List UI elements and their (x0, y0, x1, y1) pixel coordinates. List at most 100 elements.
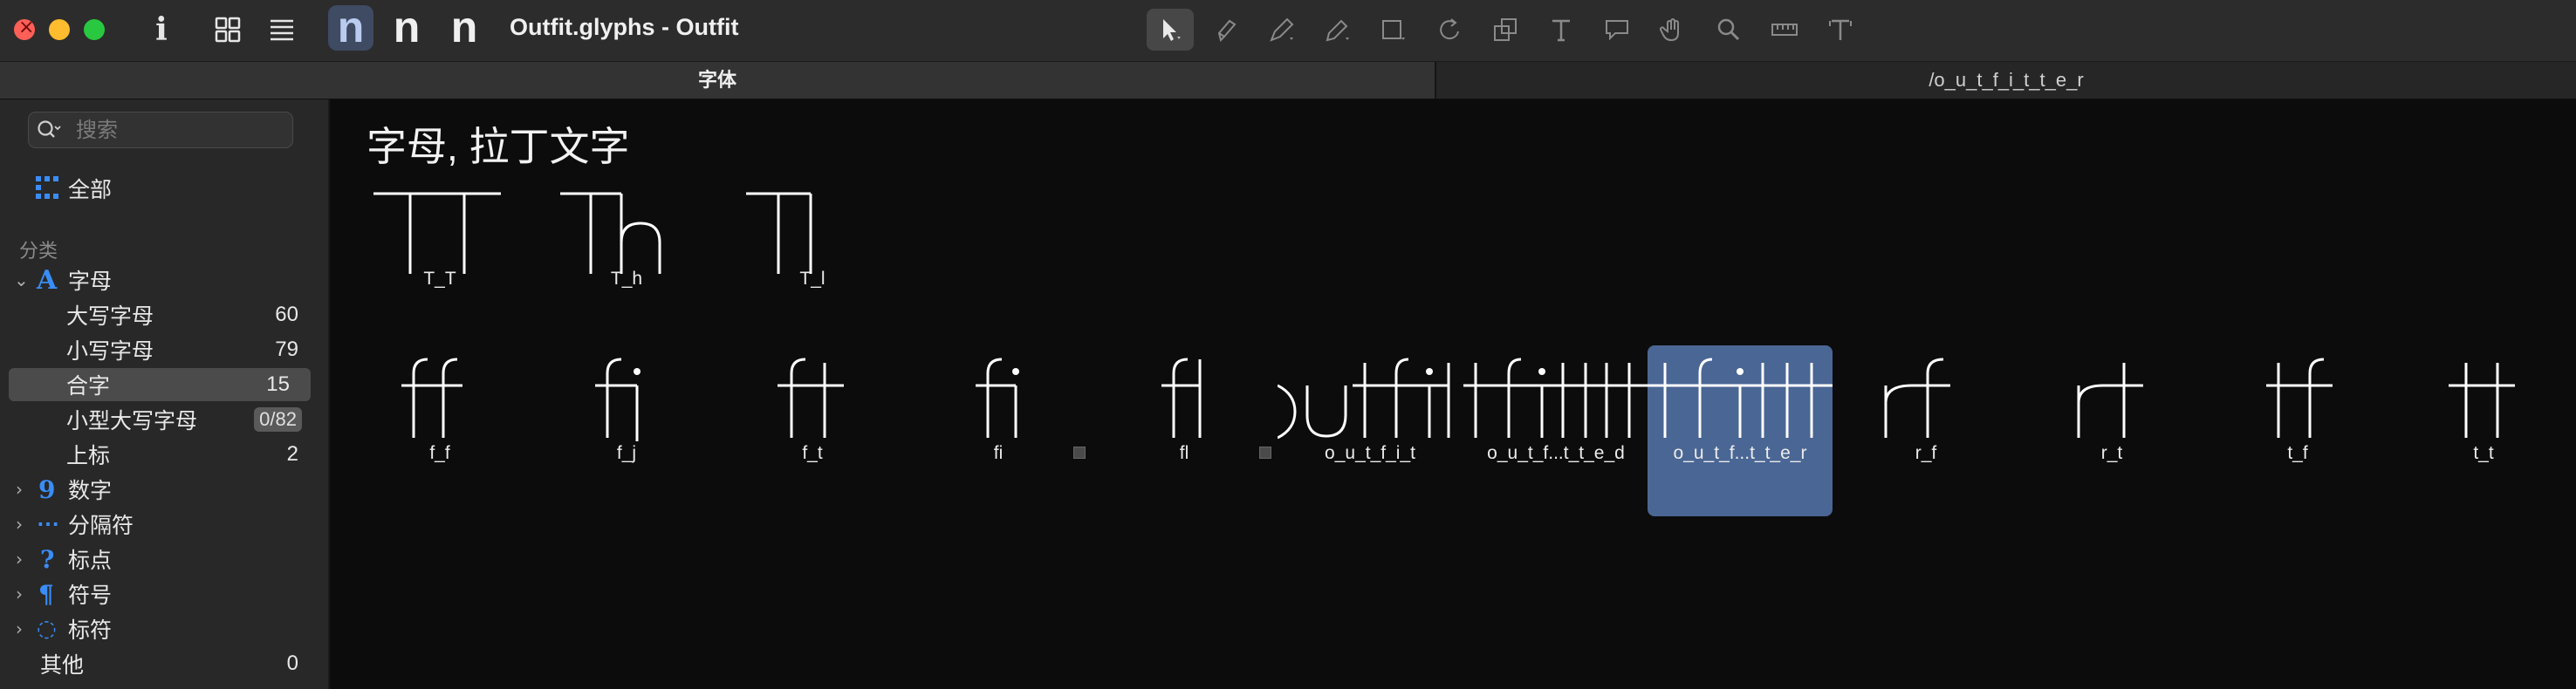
glyph-cell[interactable]: T_l (720, 181, 905, 352)
search-field[interactable] (28, 112, 293, 148)
sidebar-item-ligatures[interactable]: 合字 15 (9, 368, 311, 401)
select-tool-icon[interactable] (1147, 9, 1194, 51)
glyph-ft (778, 358, 844, 438)
glyph-ff (401, 358, 462, 438)
title-bar: i n n n Outfit.glyphs - Outfit (0, 0, 2576, 62)
sidebar-item-mark[interactable]: › ◌ 标符 (0, 612, 328, 645)
sidebar-item-label: 大写字母 (66, 304, 154, 329)
glyph-cell[interactable]: t_t (2391, 345, 2576, 516)
glyph-cell[interactable]: r_t (2019, 345, 2204, 516)
sidebar-item-label: 小写字母 (66, 339, 154, 364)
sidebar-item-superscript[interactable]: 上标 2 (0, 438, 328, 471)
mark-category-icon: ◌ (37, 616, 57, 642)
annotation-tool-icon[interactable] (1593, 9, 1641, 51)
font-weight-light-button[interactable]: n (328, 5, 373, 51)
glyph-outfitted (1463, 358, 1648, 438)
glyph-outfitter (1648, 358, 1833, 438)
sidebar-item-lowercase[interactable]: 小写字母 79 (0, 333, 328, 366)
draw-tool-icon[interactable] (1258, 9, 1305, 51)
glyph-name: fl (1179, 443, 1189, 463)
chevron-down-icon[interactable]: ⌄ (14, 269, 29, 290)
glyph-name: o_u_t_f...t_t_e_r (1673, 443, 1807, 463)
sidebar-item-label: 小型大写字母 (66, 409, 198, 433)
tab-font[interactable]: 字体 (0, 62, 1436, 99)
minimize-window-button[interactable] (49, 19, 70, 40)
grid-view-icon[interactable] (213, 12, 243, 47)
sidebar: 全部 分类 ⌄ A 字母 大写字母 60 小写字母 79 合字 15 小型大写字… (0, 99, 330, 689)
punctuation-category-icon: ? (40, 544, 55, 574)
rotate-tool-icon[interactable] (1426, 9, 1473, 51)
list-view-icon[interactable] (267, 12, 297, 47)
sidebar-item-all[interactable]: 全部 (0, 172, 328, 205)
glyph-mark-icon (1073, 447, 1086, 459)
categories-header: 分类 (19, 240, 58, 262)
sidebar-item-letter[interactable]: ⌄ A 字母 (0, 263, 328, 297)
scale-tool-icon[interactable] (1482, 9, 1529, 51)
glyph-cell[interactable]: f_j (534, 345, 719, 516)
sidebar-item-uppercase[interactable]: 大写字母 60 (0, 298, 328, 331)
pen-tool-icon[interactable] (1202, 9, 1250, 51)
sidebar-item-number[interactable]: › 9 数字 (0, 473, 328, 506)
pencil-tool-icon[interactable] (1314, 9, 1361, 51)
glyph-fi (976, 358, 1019, 438)
glyph-Tl (746, 192, 812, 274)
item-count: 60 (275, 303, 298, 326)
glyph-name: f_f (429, 443, 450, 463)
item-count: 0 (286, 651, 298, 675)
glyph-name: f_j (616, 443, 637, 463)
glyph-cell[interactable]: o_u_t_f_i_t (1278, 345, 1463, 516)
zoom-tool-icon[interactable] (1705, 9, 1752, 51)
sidebar-item-other[interactable]: 其他 0 (0, 647, 328, 680)
font-weight-regular-button[interactable]: n (384, 5, 429, 51)
glyph-cell[interactable]: f_t (720, 345, 905, 516)
glyph-cell[interactable]: fl (1092, 345, 1277, 516)
font-weight-bold-button[interactable]: n (442, 5, 487, 51)
close-window-button[interactable] (14, 17, 35, 40)
glyph-cell[interactable]: fi (906, 345, 1091, 516)
glyph-tf (2266, 358, 2333, 438)
glyph-cell[interactable]: r_f (1833, 345, 2018, 516)
glyph-mark-icon (1259, 447, 1271, 459)
glyph-name: r_f (1915, 443, 1937, 463)
glyph-cell[interactable]: f_f (347, 345, 532, 516)
sidebar-item-punctuation[interactable]: › ? 标点 (0, 542, 328, 576)
sidebar-item-symbol[interactable]: › ¶ 符号 (0, 577, 328, 611)
chevron-right-icon[interactable]: › (16, 618, 23, 639)
text-metrics-tool-icon[interactable] (1817, 9, 1864, 51)
search-icon (36, 118, 62, 142)
chevron-right-icon[interactable]: › (16, 549, 23, 570)
item-count: 79 (275, 338, 298, 361)
maximize-window-button[interactable] (84, 19, 105, 40)
search-input[interactable] (74, 116, 287, 146)
tab-glyph-outfitter[interactable]: /o_u_t_f_i_t_t_e_r (1436, 62, 2576, 99)
glyph-TT (373, 192, 501, 274)
glyph-grid: 字母, 拉丁文字 T_T T_h T_l f_f f_j f_t fi fl o… (330, 99, 2576, 689)
measure-tool-icon[interactable] (1761, 9, 1808, 51)
glyph-cell[interactable]: t_f (2205, 345, 2390, 516)
glyph-cell-selected[interactable]: o_u_t_f...t_t_e_r (1648, 345, 1833, 516)
all-glyphs-icon (35, 175, 59, 205)
glyph-name: T_l (799, 269, 826, 289)
glyph-name: T_h (610, 269, 643, 289)
info-icon[interactable]: i (148, 11, 175, 48)
symbol-category-icon: ¶ (38, 579, 54, 609)
glyph-name: o_u_t_f...t_t_e_d (1487, 443, 1625, 463)
glyph-cell[interactable]: o_u_t_f...t_t_e_d (1463, 345, 1648, 516)
sidebar-item-separator[interactable]: › ⋯ 分隔符 (0, 508, 328, 541)
sidebar-item-label: 标点 (68, 549, 113, 573)
number-category-icon: 9 (38, 474, 56, 504)
sidebar-item-smallcaps[interactable]: 小型大写字母 0/82 (0, 403, 328, 436)
sidebar-item-label: 符号 (68, 583, 113, 608)
glyph-name: fi (993, 443, 1004, 463)
glyph-cell[interactable]: T_h (534, 181, 719, 352)
glyph-cell[interactable]: T_T (347, 181, 532, 352)
chevron-right-icon[interactable]: › (16, 514, 23, 535)
chevron-right-icon[interactable]: › (16, 583, 23, 604)
rectangle-tool-icon[interactable] (1370, 9, 1417, 51)
chevron-right-icon[interactable]: › (16, 479, 23, 500)
letter-category-icon: A (37, 264, 58, 296)
text-tool-icon[interactable] (1538, 9, 1585, 51)
glyph-name: t_t (2473, 443, 2494, 463)
hand-tool-icon[interactable] (1649, 9, 1696, 51)
tab-bar: 字体 /o_u_t_f_i_t_t_e_r (0, 62, 2576, 99)
